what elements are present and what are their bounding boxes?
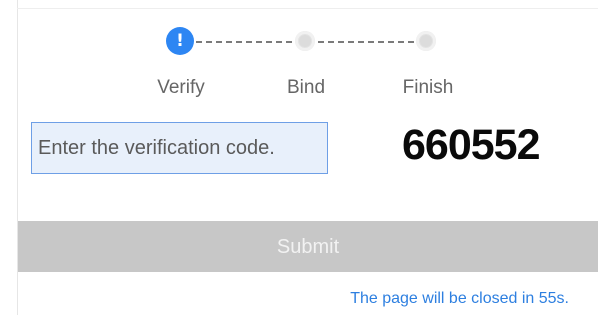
step-bind-dot-inner	[299, 35, 311, 47]
step-verify-exclamation-icon: !	[166, 27, 194, 55]
countdown-notice: The page will be closed in 55s.	[350, 290, 569, 307]
progress-stepper: ! Verify Bind Finish	[0, 0, 598, 110]
verification-page: ! Verify Bind Finish 660552 Submit The p…	[0, 0, 598, 315]
step-label-bind: Bind	[286, 77, 326, 98]
verification-code-input[interactable]	[31, 122, 328, 174]
step-finish-dot	[416, 31, 436, 51]
submit-button[interactable]: Submit	[18, 221, 598, 272]
step-label-verify: Verify	[157, 77, 205, 98]
verification-code-display: 660552	[402, 121, 540, 169]
step-bind-dot	[295, 31, 315, 51]
step-connector-2	[318, 41, 414, 43]
step-finish-dot-inner	[420, 35, 432, 47]
exclamation-icon: !	[176, 31, 184, 51]
step-connector-1	[196, 41, 292, 43]
step-label-finish: Finish	[402, 77, 454, 98]
